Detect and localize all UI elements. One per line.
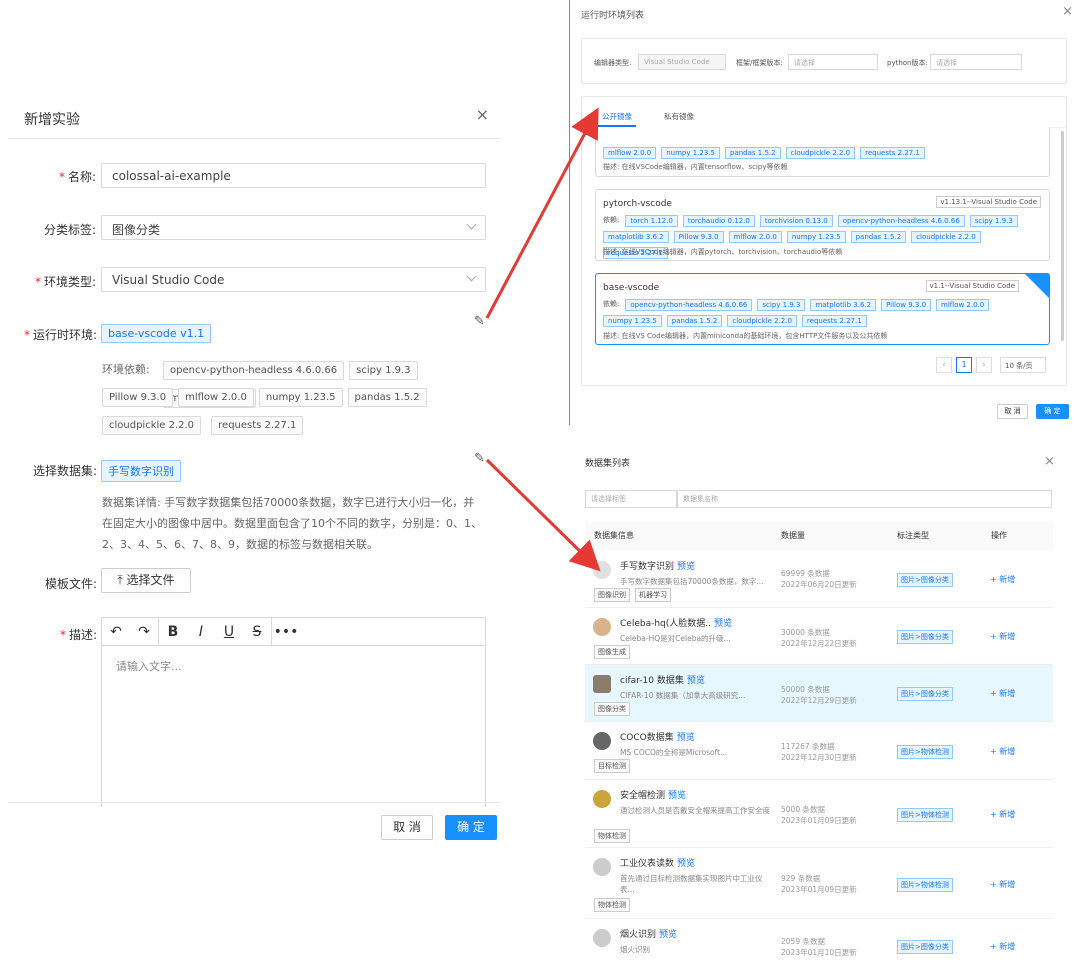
annotation-arrows xyxy=(485,107,601,572)
arrow-to-dataset-dialog xyxy=(485,458,601,572)
arrow-to-env-dialog xyxy=(485,107,599,319)
